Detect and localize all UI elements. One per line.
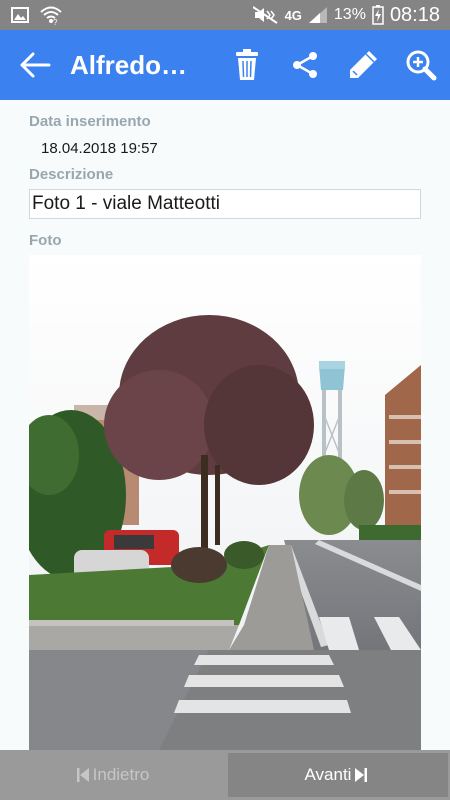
wifi-icon: ?	[40, 6, 62, 25]
svg-text:?: ?	[53, 18, 58, 25]
share-button[interactable]	[276, 30, 334, 100]
battery-charging-icon	[372, 5, 384, 25]
gallery-notification-icon	[11, 7, 29, 23]
date-value: 18.04.2018 19:57	[41, 140, 158, 157]
date-label: Data inserimento	[29, 113, 151, 130]
street-photo-image	[29, 255, 421, 750]
skip-previous-icon	[76, 768, 89, 782]
app-bar: Alfredo…	[0, 30, 450, 100]
page-title: Alfredo…	[70, 49, 187, 80]
bottom-navigation: Indietro Avanti	[0, 750, 450, 800]
clock: 08:18	[389, 3, 440, 26]
delete-button[interactable]	[218, 30, 276, 100]
battery-percent: 13%	[333, 6, 366, 23]
description-label: Descrizione	[29, 166, 114, 183]
network-type: 4G	[284, 7, 302, 23]
back-button[interactable]	[0, 30, 70, 100]
photo-label: Foto	[29, 232, 62, 249]
share-icon	[293, 52, 317, 78]
previous-button[interactable]: Indietro	[0, 753, 222, 797]
description-field[interactable]: Foto 1 - viale Matteotti	[29, 189, 421, 219]
zoom-in-icon	[406, 50, 437, 81]
trash-icon	[236, 49, 258, 80]
previous-label: Indietro	[92, 765, 150, 784]
status-bar: ? 4G 13% 08:18	[0, 0, 450, 30]
skip-next-icon	[355, 768, 368, 782]
next-label: Avanti	[304, 765, 352, 784]
pencil-icon	[350, 51, 377, 78]
signal-icon	[308, 7, 327, 23]
edit-button[interactable]	[334, 30, 392, 100]
zoom-button[interactable]	[392, 30, 450, 100]
detail-content: Data inserimento 18.04.2018 19:57 Descri…	[0, 100, 450, 750]
arrow-left-icon	[20, 52, 51, 78]
next-button[interactable]: Avanti	[228, 753, 448, 797]
mute-icon	[252, 6, 278, 24]
street-photo[interactable]	[29, 255, 421, 750]
